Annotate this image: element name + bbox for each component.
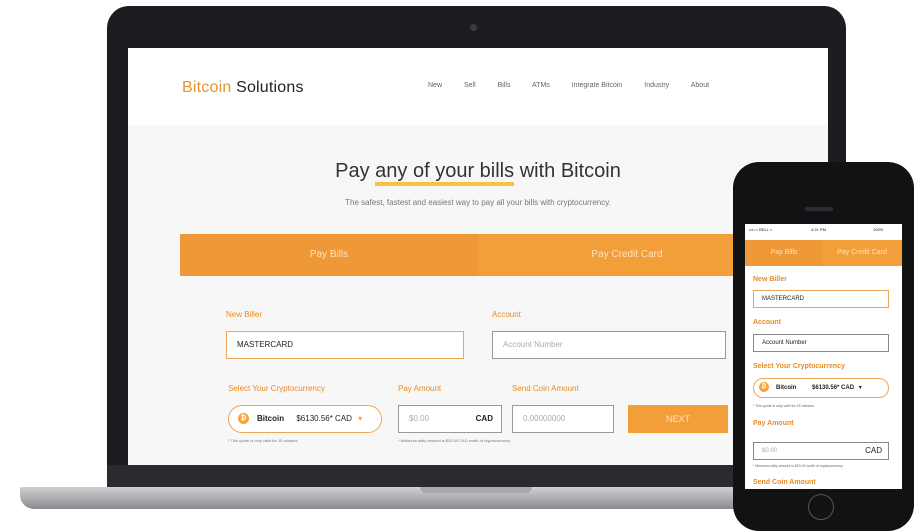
laptop-screen: Bitcoin Solutions New Sell Bills ATMs In…	[128, 48, 828, 465]
send-input[interactable]: 0.00000000	[512, 405, 614, 433]
amount-note: * Minimum daily amount is $20.00 CAD wor…	[398, 438, 511, 443]
nav-item[interactable]: Bills	[498, 82, 511, 89]
amount-input[interactable]: $0.00 CAD	[753, 442, 889, 460]
account-label: Account	[492, 310, 521, 319]
nav-item[interactable]: New	[428, 82, 442, 89]
clock: 4:21 PM	[811, 227, 826, 232]
amount-currency: CAD	[475, 414, 493, 423]
status-bar: •••○○ BELL ≈ 4:21 PM 100%	[745, 224, 902, 234]
camera-icon	[470, 24, 477, 31]
battery: 100%	[873, 227, 884, 232]
crypto-note: * This quote is only valid for 15 minute…	[753, 404, 815, 408]
send-label: Send Coin Amount	[753, 479, 816, 486]
page-title: Pay any of your bills with Bitcoin	[128, 160, 828, 186]
headline-highlight: any of your bills	[375, 160, 515, 186]
amount-currency: CAD	[865, 446, 882, 455]
tab-bar: Pay Bills Pay Credit Card	[180, 234, 776, 276]
amount-value: $0.00	[762, 448, 778, 454]
headline-post: with Bitcoin	[514, 160, 621, 182]
chevron-down-icon: ▾	[858, 385, 862, 391]
biller-input[interactable]: MASTERCARD	[753, 290, 889, 308]
amount-note: * Minimum daily amount is $20.00 worth o…	[753, 464, 843, 468]
top-nav: Bitcoin Solutions New Sell Bills ATMs In…	[128, 48, 828, 125]
biller-input[interactable]: MASTERCARD	[226, 331, 464, 359]
tab-pay-bills[interactable]: Pay Bills	[180, 234, 478, 276]
tab-pay-credit-card[interactable]: Pay Credit Card	[478, 234, 776, 276]
phone-speaker	[805, 207, 833, 211]
crypto-name: Bitcoin	[776, 385, 797, 391]
account-input[interactable]: Account Number	[753, 334, 889, 352]
brand-logo[interactable]: Bitcoin Solutions	[182, 79, 304, 97]
amount-value: $0.00	[409, 414, 430, 423]
laptop-notch	[420, 487, 532, 493]
bitcoin-icon: ₿	[759, 382, 769, 392]
page-subtitle: The safest, fastest and easiest way to p…	[345, 198, 611, 207]
biller-label: New Biller	[226, 310, 263, 319]
nav-item[interactable]: Industry	[644, 82, 669, 89]
nav-links: New Sell Bills ATMs Integrate Bitcoin In…	[428, 82, 729, 89]
account-input[interactable]: Account Number	[492, 331, 726, 359]
tab-pay-credit-card[interactable]: Pay Credit Card	[823, 240, 901, 266]
nav-item[interactable]: About	[691, 82, 709, 89]
chevron-down-icon: ▾	[358, 414, 363, 423]
brand-accent: Bitcoin	[182, 79, 232, 96]
biller-label: New Biller	[753, 276, 787, 283]
nav-item[interactable]: ATMs	[532, 82, 550, 89]
crypto-rate: $6130.56* CAD	[812, 385, 855, 391]
amount-label: Pay Amount	[753, 420, 794, 427]
nav-item[interactable]: Integrate Bitcoin	[572, 82, 623, 89]
headline-pre: Pay	[335, 160, 376, 182]
brand-text: Solutions	[231, 79, 304, 96]
crypto-label: Select Your Cryptocurrency	[228, 384, 325, 393]
phone-tab-bar: Pay Bills Pay Credit Card	[745, 240, 902, 266]
carrier: •••○○ BELL ≈	[749, 227, 773, 232]
account-label: Account	[753, 319, 781, 326]
bitcoin-icon: ₿	[238, 413, 249, 424]
amount-input[interactable]: $0.00 CAD	[398, 405, 502, 433]
next-button[interactable]: NEXT	[628, 405, 728, 433]
crypto-label: Select Your Cryptocurrency	[753, 363, 845, 370]
send-label: Send Coin Amount	[512, 384, 579, 393]
crypto-rate: $6130.56* CAD	[296, 414, 352, 423]
crypto-select[interactable]: Bitcoin $6130.56* CAD ▾	[753, 378, 889, 398]
tab-pay-bills[interactable]: Pay Bills	[745, 240, 823, 266]
amount-label: Pay Amount	[398, 384, 442, 393]
crypto-name: Bitcoin	[257, 414, 285, 423]
home-button[interactable]	[808, 494, 834, 520]
crypto-select[interactable]: Bitcoin $6130.56* CAD ▾	[228, 405, 382, 433]
crypto-note: * This quote is only valid for 15 minute…	[228, 438, 299, 443]
nav-item[interactable]: Sell	[464, 82, 476, 89]
phone-screen: •••○○ BELL ≈ 4:21 PM 100% Pay Bills Pay …	[745, 224, 902, 489]
